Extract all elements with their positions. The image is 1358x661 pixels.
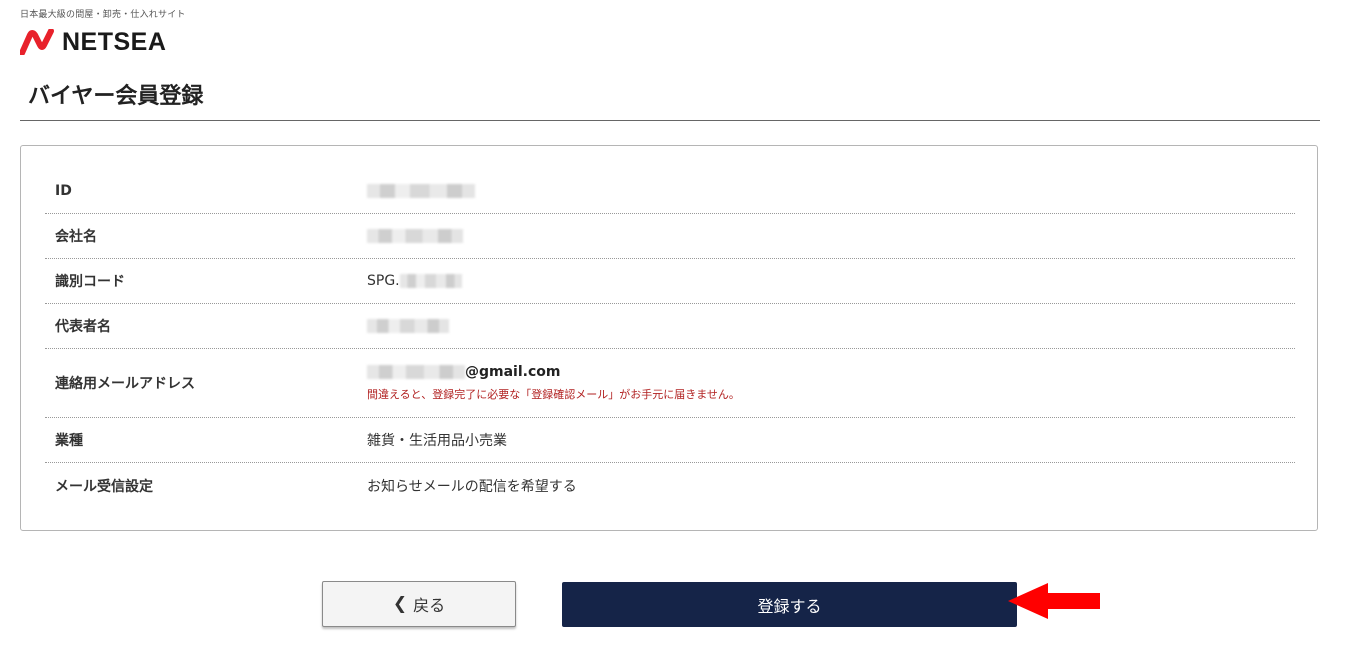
masked-value <box>367 319 449 333</box>
page-title: バイヤー会員登録 <box>28 84 204 109</box>
confirmation-table: ID 会社名 識別コード SPG. 代表者名 連絡用メールアドレス @gmail… <box>45 168 1295 508</box>
row-label: 会社名 <box>55 229 97 245</box>
row-value <box>345 228 463 244</box>
row-contact-email: 連絡用メールアドレス @gmail.com 間違えると、登録完了に必要な「登録確… <box>45 349 1295 418</box>
row-identification-code: 識別コード SPG. <box>45 259 1295 304</box>
back-button-label: 戻る <box>413 596 446 615</box>
netsea-logo-mark-icon <box>20 29 54 55</box>
row-id: ID <box>45 168 1295 214</box>
title-divider <box>20 120 1320 121</box>
row-value: SPG. <box>345 273 462 289</box>
confirmation-panel: ID 会社名 識別コード SPG. 代表者名 連絡用メールアドレス @gmail… <box>20 145 1318 531</box>
logo-text: NETSEA <box>62 27 167 56</box>
row-label: 連絡用メールアドレス <box>55 376 195 392</box>
register-button[interactable]: 登録する <box>562 582 1017 627</box>
row-mail-settings: メール受信設定 お知らせメールの配信を希望する <box>45 463 1295 508</box>
email-domain: @gmail.com <box>465 364 561 380</box>
site-tagline: 日本最大級の問屋・卸売・仕入れサイト <box>20 10 186 20</box>
red-arrow-annotation-icon <box>1008 583 1100 619</box>
back-button[interactable]: ❮ 戻る <box>322 581 516 627</box>
registration-confirm-page: 日本最大級の問屋・卸売・仕入れサイト NETSEA バイヤー会員登録 ID 会社… <box>0 0 1358 661</box>
row-label: 識別コード <box>55 274 125 290</box>
row-company-name: 会社名 <box>45 214 1295 259</box>
masked-value <box>367 183 475 198</box>
row-value <box>345 183 475 199</box>
email-warning-note: 間違えると、登録完了に必要な「登録確認メール」がお手元に届きません。 <box>367 388 740 401</box>
row-industry: 業種 雑貨・生活用品小売業 <box>45 418 1295 463</box>
masked-value <box>367 365 465 379</box>
code-prefix: SPG. <box>367 273 400 289</box>
register-button-label: 登録する <box>757 596 822 616</box>
row-value: 雑貨・生活用品小売業 <box>367 433 507 449</box>
row-value: @gmail.com 間違えると、登録完了に必要な「登録確認メール」がお手元に届… <box>345 364 740 402</box>
masked-value <box>367 229 463 243</box>
row-representative-name: 代表者名 <box>45 304 1295 349</box>
masked-value <box>399 274 462 288</box>
netsea-logo[interactable]: NETSEA <box>20 27 166 57</box>
row-value <box>345 318 449 334</box>
row-value: お知らせメールの配信を希望する <box>367 478 577 495</box>
row-label: 代表者名 <box>55 319 111 335</box>
chevron-left-icon: ❮ <box>392 594 408 614</box>
row-label: 業種 <box>55 433 83 449</box>
row-label: メール受信設定 <box>55 478 153 495</box>
row-label: ID <box>55 182 72 199</box>
